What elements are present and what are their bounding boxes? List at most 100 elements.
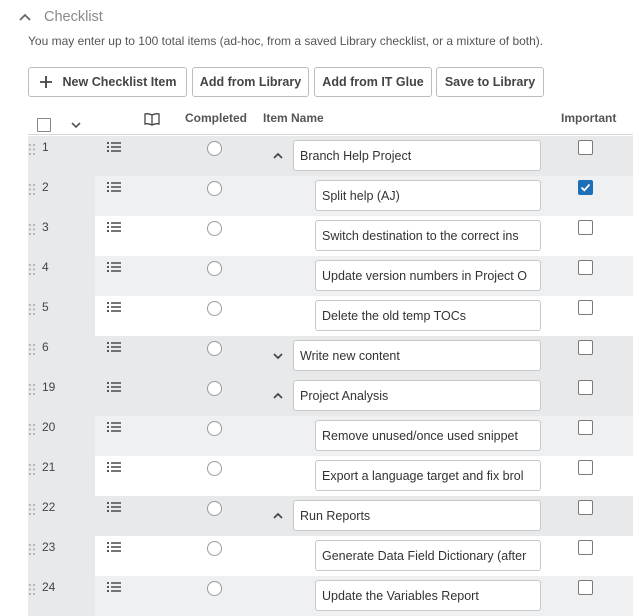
chevron-up-icon[interactable] (18, 10, 32, 24)
drag-handle-icon[interactable] (28, 343, 36, 356)
important-checkbox[interactable] (578, 180, 593, 195)
item-name-input[interactable]: Remove unused/once used snippet (315, 420, 541, 451)
completed-radio[interactable] (207, 261, 222, 276)
row-number: 22 (42, 500, 56, 514)
list-details-icon[interactable] (107, 581, 121, 593)
row-number: 19 (42, 380, 56, 394)
save-to-library-label: Save to Library (444, 75, 536, 89)
important-column-header[interactable]: Important (561, 111, 616, 125)
chevron-up-icon[interactable] (272, 390, 284, 402)
drag-handle-icon[interactable] (28, 463, 36, 476)
row-gutter (28, 216, 95, 256)
item-name-input[interactable]: Branch Help Project (293, 140, 541, 171)
row-number: 24 (42, 580, 56, 594)
chevron-down-icon[interactable] (272, 350, 284, 362)
list-details-icon[interactable] (107, 541, 121, 553)
drag-handle-icon[interactable] (28, 503, 36, 516)
item-name-column-header[interactable]: Item Name (263, 111, 324, 125)
drag-handle-icon[interactable] (28, 543, 36, 556)
item-name-input[interactable]: Switch destination to the correct ins (315, 220, 541, 251)
completed-radio[interactable] (207, 421, 222, 436)
list-details-icon[interactable] (107, 221, 121, 233)
row-gutter (28, 296, 95, 336)
table-row: 3 Switch destination to the correct ins (28, 216, 633, 256)
item-name-input[interactable]: Update the Variables Report (315, 580, 541, 611)
completed-radio[interactable] (207, 221, 222, 236)
important-checkbox[interactable] (578, 340, 593, 355)
important-checkbox[interactable] (578, 580, 593, 595)
add-from-it-glue-label: Add from IT Glue (322, 75, 424, 89)
new-checklist-item-button[interactable]: New Checklist Item (28, 67, 187, 97)
list-details-icon[interactable] (107, 261, 121, 273)
item-name-input[interactable]: Update version numbers in Project O (315, 260, 541, 291)
important-checkbox[interactable] (578, 380, 593, 395)
list-details-icon[interactable] (107, 381, 121, 393)
row-gutter (28, 176, 95, 216)
important-checkbox[interactable] (578, 220, 593, 235)
row-number: 1 (42, 140, 49, 154)
section-title: Checklist (44, 9, 103, 25)
drag-handle-icon[interactable] (28, 223, 36, 236)
add-from-it-glue-button[interactable]: Add from IT Glue (314, 67, 432, 97)
add-from-library-button[interactable]: Add from Library (192, 67, 309, 97)
row-gutter (28, 416, 95, 456)
drag-handle-icon[interactable] (28, 303, 36, 316)
add-from-library-label: Add from Library (199, 75, 302, 89)
important-checkbox[interactable] (578, 540, 593, 555)
completed-radio[interactable] (207, 141, 222, 156)
save-to-library-button[interactable]: Save to Library (436, 67, 544, 97)
item-name-input[interactable]: Project Analysis (293, 380, 541, 411)
important-checkbox[interactable] (578, 500, 593, 515)
completed-radio[interactable] (207, 341, 222, 356)
row-gutter (28, 576, 95, 616)
list-details-icon[interactable] (107, 181, 121, 193)
important-checkbox[interactable] (578, 300, 593, 315)
list-details-icon[interactable] (107, 461, 121, 473)
section-subtitle: You may enter up to 100 total items (ad-… (28, 34, 544, 48)
drag-handle-icon[interactable] (28, 583, 36, 596)
completed-radio[interactable] (207, 461, 222, 476)
drag-handle-icon[interactable] (28, 383, 36, 396)
row-number: 5 (42, 300, 49, 314)
list-details-icon[interactable] (107, 141, 121, 153)
list-details-icon[interactable] (107, 301, 121, 313)
completed-radio[interactable] (207, 301, 222, 316)
table-row: 5 Delete the old temp TOCs (28, 296, 633, 336)
list-details-icon[interactable] (107, 501, 121, 513)
completed-radio[interactable] (207, 581, 222, 596)
row-gutter (28, 256, 95, 296)
item-name-input[interactable]: Generate Data Field Dictionary (after (315, 540, 541, 571)
chevron-up-icon[interactable] (272, 150, 284, 162)
list-details-icon[interactable] (107, 341, 121, 353)
important-checkbox[interactable] (578, 420, 593, 435)
table-row: 6 Write new content (28, 336, 633, 376)
chevron-down-icon[interactable] (70, 119, 82, 131)
chevron-up-icon[interactable] (272, 510, 284, 522)
table-row: 19 Project Analysis (28, 376, 633, 416)
drag-handle-icon[interactable] (28, 143, 36, 156)
checklist-section-header[interactable]: Checklist (18, 6, 103, 28)
important-checkbox[interactable] (578, 460, 593, 475)
item-name-input[interactable]: Split help (AJ) (315, 180, 541, 211)
important-checkbox[interactable] (578, 260, 593, 275)
item-name-input[interactable]: Write new content (293, 340, 541, 371)
list-details-icon[interactable] (107, 421, 121, 433)
drag-handle-icon[interactable] (28, 423, 36, 436)
item-name-input[interactable]: Export a language target and fix brol (315, 460, 541, 491)
item-name-input[interactable]: Delete the old temp TOCs (315, 300, 541, 331)
important-checkbox[interactable] (578, 140, 593, 155)
select-all-checkbox[interactable] (37, 118, 51, 132)
completed-radio[interactable] (207, 181, 222, 196)
checklist-grid-header: Completed Item Name Important (28, 108, 633, 135)
row-gutter (28, 456, 95, 496)
table-row: 24 Update the Variables Report (28, 576, 633, 616)
completed-radio[interactable] (207, 541, 222, 556)
table-row: 22 Run Reports (28, 496, 633, 536)
completed-column-header[interactable]: Completed (185, 111, 247, 125)
drag-handle-icon[interactable] (28, 263, 36, 276)
item-name-input[interactable]: Run Reports (293, 500, 541, 531)
drag-handle-icon[interactable] (28, 183, 36, 196)
completed-radio[interactable] (207, 501, 222, 516)
table-row: 21 Export a language target and fix brol (28, 456, 633, 496)
completed-radio[interactable] (207, 381, 222, 396)
